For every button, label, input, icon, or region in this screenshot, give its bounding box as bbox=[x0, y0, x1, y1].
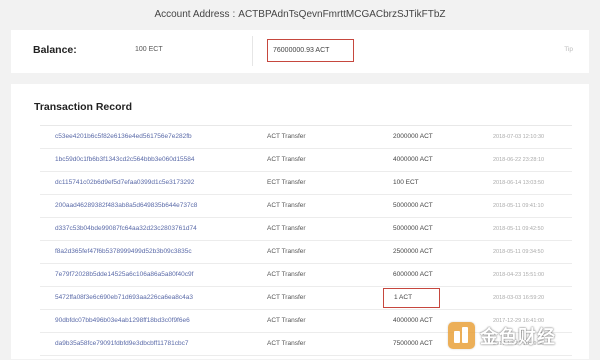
balance-divider bbox=[252, 36, 253, 66]
table-row: d337c53b04bde99087fc64aa32d23c2803761d74… bbox=[40, 218, 572, 241]
account-address-value: ACTBPAdnTsQevnFmrttMCGACbrzSJTikFTbZ bbox=[238, 8, 446, 20]
transaction-type: ECT Transfer bbox=[267, 179, 306, 186]
transaction-hash-link[interactable]: 90dbfdc07bb496b03e4ab1298ff18bd3c0f9f6e6 bbox=[55, 310, 190, 332]
transaction-type: ACT Transfer bbox=[267, 294, 306, 301]
transaction-date: 2018-06-14 13:03:50 bbox=[493, 180, 545, 186]
account-address-label: Account Address bbox=[154, 8, 230, 20]
table-row: 200aad46289382f483ab8a5d649835b644e737c8… bbox=[40, 195, 572, 218]
transaction-type: ACT Transfer bbox=[267, 133, 306, 140]
transaction-date: 2018-05-11 09:41:10 bbox=[493, 203, 544, 209]
account-address-bar: Account Address : ACTBPAdnTsQevnFmrttMCG… bbox=[0, 0, 600, 28]
transaction-amount: 4000000 ACT bbox=[393, 156, 433, 163]
transaction-date: 2018-06-22 23:28:10 bbox=[493, 157, 545, 163]
table-row: 7e79f72028b5dde14525a6c106a86a5a80f40c9f… bbox=[40, 264, 572, 287]
transaction-hash-link[interactable]: c53ee4201b6c5f82e6136e4ed561756e7e282fb bbox=[55, 126, 192, 148]
transaction-type: ACT Transfer bbox=[267, 271, 306, 278]
transaction-type: ACT Transfer bbox=[267, 225, 306, 232]
watermark: 金色财经 bbox=[448, 322, 556, 349]
transaction-hash-link[interactable]: da9b35a58fce79091fdbfd9e3dbcbff11781cbc7 bbox=[55, 333, 189, 355]
transaction-amount: 6000000 ACT bbox=[393, 271, 433, 278]
balance-label: Balance: bbox=[33, 44, 77, 56]
transaction-amount: 100 ECT bbox=[393, 179, 419, 186]
transaction-amount: 2500000 ACT bbox=[393, 248, 433, 255]
table-row: f8a2d365fef47f6b5378999499d52b3b09c3835c… bbox=[40, 241, 572, 264]
transaction-hash-link[interactable]: dc115741c02b6d9ef5d7efaa0399d1c5e3173292 bbox=[55, 172, 194, 194]
transaction-type: ACT Transfer bbox=[267, 202, 306, 209]
table-row: c53ee4201b6c5f82e6136e4ed561756e7e282fb A… bbox=[40, 126, 572, 149]
transaction-record-title: Transaction Record bbox=[34, 101, 133, 113]
transaction-amount: 2000000 ACT bbox=[393, 133, 433, 140]
table-row: dc115741c02b6d9ef5d7efaa0399d1c5e3173292… bbox=[40, 172, 572, 195]
transaction-amount: 7500000 ACT bbox=[393, 340, 433, 347]
table-row: 1bc59d0c1fb6b3f1343cd2c564bbb3e060d15584… bbox=[40, 149, 572, 172]
transaction-record-card: Transaction Record c53ee4201b6c5f82e6136… bbox=[11, 84, 589, 359]
transaction-hash-link[interactable]: d337c53b04bde99087fc64aa32d23c2803761d74 bbox=[55, 218, 197, 240]
transaction-amount: 5000000 ACT bbox=[393, 225, 433, 232]
transaction-date: 2018-07-03 12:10:30 bbox=[493, 134, 545, 140]
transaction-date: 2018-05-11 09:42:50 bbox=[493, 226, 544, 232]
transaction-date: 2018-05-11 09:34:50 bbox=[493, 249, 544, 255]
transaction-amount: 5000000 ACT bbox=[393, 202, 433, 209]
transaction-hash-link[interactable]: 7e79f72028b5dde14525a6c106a86a5a80f40c9f bbox=[55, 264, 193, 286]
table-row: 5472ffa08f3e6c690eb71d693aa226ca6ea8c4a3… bbox=[40, 287, 572, 310]
act-balance-value: 76000000.93 ACT bbox=[267, 39, 354, 62]
transaction-type: ACT Transfer bbox=[267, 340, 306, 347]
watermark-logo-icon bbox=[448, 322, 475, 349]
transaction-date: 2018-03-03 16:59:20 bbox=[493, 295, 545, 301]
transaction-amount: 4000000 ACT bbox=[393, 317, 433, 324]
transaction-hash-link[interactable]: 200aad46289382f483ab8a5d649835b644e737c8 bbox=[55, 195, 197, 217]
transaction-hash-link[interactable]: 1bc59d0c1fb6b3f1343cd2c564bbb3e060d15584 bbox=[55, 149, 195, 171]
transaction-type: ACT Transfer bbox=[267, 317, 306, 324]
transaction-hash-link[interactable]: 5472ffa08f3e6c690eb71d693aa226ca6ea8c4a3 bbox=[55, 287, 193, 309]
account-address-separator: : bbox=[232, 8, 236, 20]
balance-card: Balance: 100 ECT 76000000.93 ACT Tip bbox=[11, 30, 589, 73]
transaction-hash-link[interactable]: f8a2d365fef47f6b5378999499d52b3b09c3835c bbox=[55, 241, 192, 263]
transaction-amount: 1 ACT bbox=[383, 288, 440, 308]
transaction-type: ACT Transfer bbox=[267, 156, 306, 163]
watermark-text: 金色财经 bbox=[480, 326, 556, 348]
tip-link[interactable]: Tip bbox=[564, 46, 573, 53]
transaction-type: ACT Transfer bbox=[267, 248, 306, 255]
ect-balance-value: 100 ECT bbox=[135, 46, 163, 53]
transaction-date: 2018-04-23 15:51:00 bbox=[493, 272, 545, 278]
